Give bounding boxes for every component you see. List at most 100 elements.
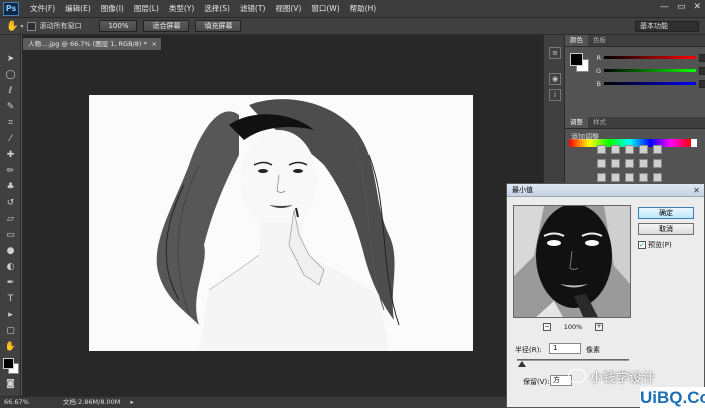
hand-tool-icon[interactable]: ✋ (6, 21, 18, 32)
maximize-icon[interactable]: ▭ (677, 2, 686, 12)
green-value-field[interactable] (699, 66, 705, 75)
red-slider[interactable] (604, 56, 696, 59)
eyedropper-tool-icon[interactable]: ⁄ (4, 132, 17, 145)
radius-input[interactable]: 1 (549, 343, 581, 354)
brightness-adjust-icon[interactable] (597, 145, 606, 154)
green-channel-label: G (595, 66, 601, 75)
hand-tool-icon[interactable]: ✋ (4, 340, 17, 353)
close-icon[interactable]: ✕ (693, 2, 701, 12)
green-slider[interactable] (604, 69, 696, 72)
lasso-tool-icon[interactable]: ℓ (4, 84, 17, 97)
exposure-adjust-icon[interactable] (639, 145, 648, 154)
spectrum-white-swatch[interactable] (691, 139, 697, 147)
wechat-watermark: 小钱学设计 (568, 366, 705, 386)
invert-adjust-icon[interactable] (597, 173, 606, 182)
document-tab-close-icon[interactable]: × (152, 38, 157, 50)
gradient-tool-icon[interactable]: ▭ (4, 228, 17, 241)
dodge-tool-icon[interactable]: ◐ (4, 260, 17, 273)
curves-adjust-icon[interactable] (625, 145, 634, 154)
blur-tool-icon[interactable]: ● (4, 244, 17, 257)
quick-mask-icon[interactable]: ◙ (4, 377, 17, 390)
posterize-adjust-icon[interactable] (611, 173, 620, 182)
zoom-in-button[interactable]: + (595, 323, 603, 331)
marquee-tool-icon[interactable]: ◯ (4, 68, 17, 81)
history-brush-tool-icon[interactable]: ↺ (4, 196, 17, 209)
tab-adjustments[interactable]: 调整 (565, 117, 588, 128)
tab-swatches[interactable]: 色板 (588, 35, 611, 46)
selective-color-adjust-icon[interactable] (653, 173, 662, 182)
cancel-button[interactable]: 取消 (638, 223, 694, 235)
eraser-tool-icon[interactable]: ▱ (4, 212, 17, 225)
zoom-readout[interactable]: 66.67% (4, 398, 29, 406)
foreground-color-swatch[interactable] (3, 358, 14, 369)
move-tool-icon[interactable]: ➤ (4, 52, 17, 65)
options-bar: ✋ ▾ 滚动所有窗口 100% 适合屏幕 填充屏幕 基本功能 (0, 18, 705, 35)
color-balance-adjust-icon[interactable] (611, 159, 620, 168)
menu-edit[interactable]: 编辑(E) (60, 3, 96, 14)
hue-saturation-adjust-icon[interactable] (597, 159, 606, 168)
radius-unit: 像素 (586, 346, 600, 354)
blue-value-field[interactable] (699, 79, 705, 88)
fit-screen-button[interactable]: 适合屏幕 (143, 20, 190, 32)
watermark-cn-text: 小钱学设计 (590, 370, 656, 386)
dialog-close-icon[interactable]: ✕ (693, 185, 700, 197)
menu-layer[interactable]: 图层(L) (129, 3, 164, 14)
filter-preview-image[interactable] (513, 205, 631, 318)
menu-help[interactable]: 帮助(H) (345, 3, 382, 14)
path-select-tool-icon[interactable]: ▸ (4, 308, 17, 321)
tab-color[interactable]: 颜色 (565, 35, 588, 46)
image-canvas[interactable] (89, 95, 473, 351)
menu-filter[interactable]: 滤镜(T) (235, 3, 270, 14)
ok-button[interactable]: 确定 (638, 207, 694, 219)
quick-select-tool-icon[interactable]: ✎ (4, 100, 17, 113)
type-tool-icon[interactable]: T (4, 292, 17, 305)
panel-fg-swatch[interactable] (570, 53, 583, 66)
color-panel-tabs: 颜色 色板 (565, 35, 705, 47)
preview-zoom-level: 100% (563, 323, 583, 331)
minimize-icon[interactable]: — (660, 2, 669, 12)
photoshop-logo: Ps (3, 1, 19, 16)
vibrance-adjust-icon[interactable] (653, 145, 662, 154)
history-panel-icon[interactable]: ≡ (549, 47, 561, 59)
fill-screen-button[interactable]: 填充屏幕 (195, 20, 242, 32)
healing-brush-tool-icon[interactable]: ✚ (4, 148, 17, 161)
status-arrow-icon[interactable]: ▸ (131, 398, 134, 406)
red-value-field[interactable] (699, 53, 705, 62)
levels-adjust-icon[interactable] (611, 145, 620, 154)
scroll-all-windows-checkbox[interactable] (27, 21, 37, 31)
menu-image[interactable]: 图像(I) (96, 3, 129, 14)
wechat-icon (568, 369, 586, 383)
tab-styles[interactable]: 样式 (588, 117, 611, 128)
zoom-100-button[interactable]: 100% (99, 20, 138, 32)
menu-window[interactable]: 窗口(W) (306, 3, 344, 14)
menu-select[interactable]: 选择(S) (199, 3, 235, 14)
brush-tool-icon[interactable]: ✏ (4, 164, 17, 177)
channel-mixer-adjust-icon[interactable] (653, 159, 662, 168)
shape-tool-icon[interactable]: ▢ (4, 324, 17, 337)
zoom-out-button[interactable]: − (543, 323, 551, 331)
tool-preset-chevron-icon[interactable]: ▾ (20, 23, 23, 30)
radius-slider-handle[interactable] (518, 361, 526, 367)
photo-filter-adjust-icon[interactable] (639, 159, 648, 168)
pen-tool-icon[interactable]: ✒ (4, 276, 17, 289)
color-panel: R G B (565, 47, 705, 107)
menu-view[interactable]: 视图(V) (270, 3, 306, 14)
radius-label: 半径(R): (515, 346, 542, 354)
menu-type[interactable]: 类型(Y) (164, 3, 199, 14)
info-panel-icon[interactable]: i (549, 89, 561, 101)
clone-stamp-tool-icon[interactable]: ♣ (4, 180, 17, 193)
menu-file[interactable]: 文件(F) (25, 3, 60, 14)
crop-tool-icon[interactable]: ⌗ (4, 116, 17, 129)
document-area: 人物....jpg @ 66.7% (图层 1, RGB/8) * × (22, 35, 543, 396)
preview-checkbox[interactable]: ✓ (638, 241, 646, 249)
dialog-titlebar[interactable]: 最小值 ✕ (507, 184, 704, 197)
blue-slider[interactable] (604, 82, 696, 85)
workspace-select[interactable]: 基本功能 (635, 21, 699, 32)
radius-slider-track[interactable] (517, 359, 629, 361)
document-tab[interactable]: 人物....jpg @ 66.7% (图层 1, RGB/8) * × (22, 37, 162, 50)
threshold-adjust-icon[interactable] (625, 173, 634, 182)
black-white-adjust-icon[interactable] (625, 159, 634, 168)
gradient-map-adjust-icon[interactable] (639, 173, 648, 182)
document-tab-title: 人物....jpg @ 66.7% (图层 1, RGB/8) * (28, 40, 147, 48)
properties-panel-icon[interactable]: ◉ (549, 73, 561, 85)
